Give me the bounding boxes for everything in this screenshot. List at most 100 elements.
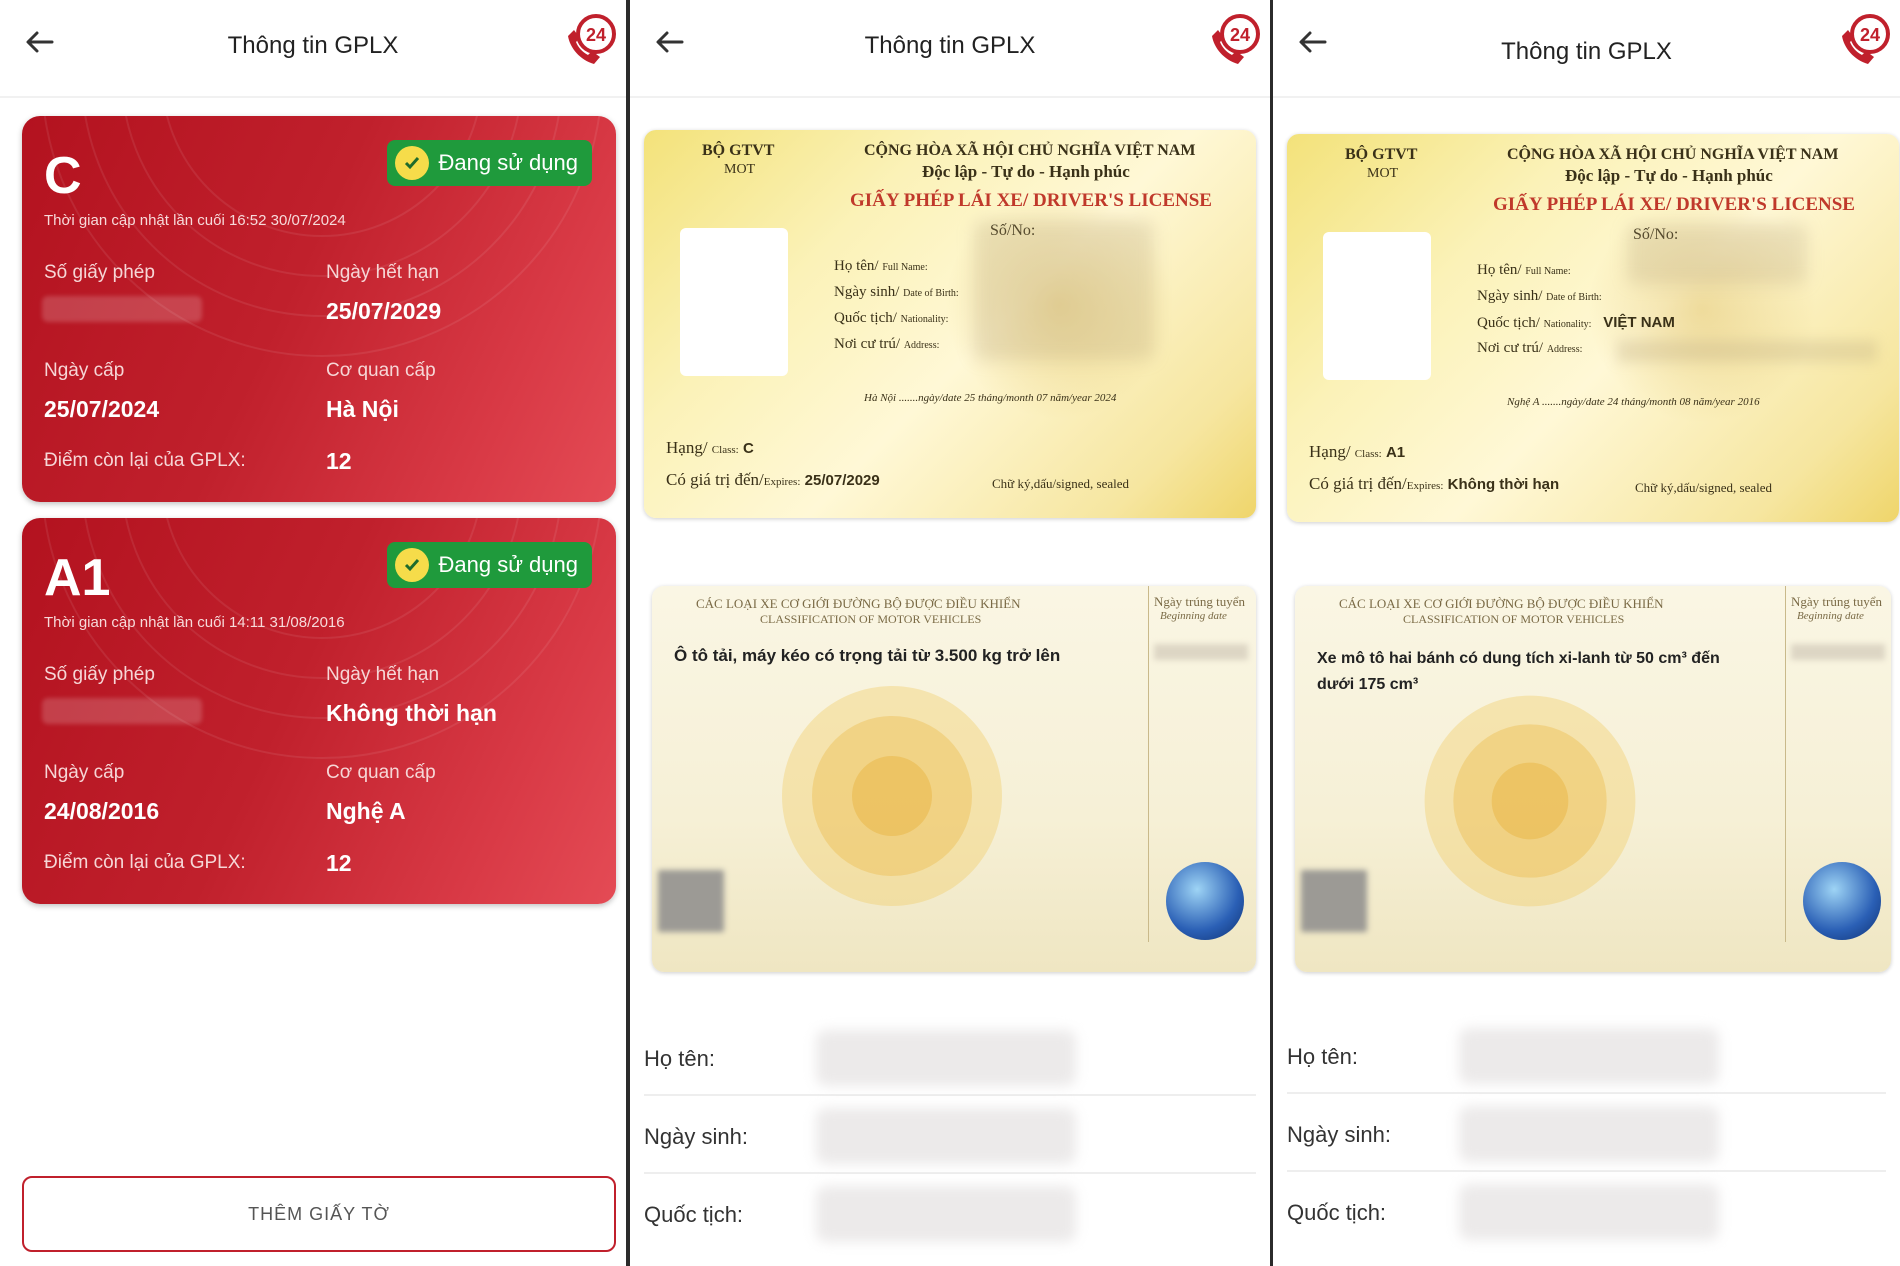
republic-label: CỘNG HÒA XÃ HỘI CHỦ NGHĨA VIỆT NAM bbox=[1507, 146, 1839, 163]
address-label: Nơi cư trú/ bbox=[1477, 340, 1544, 356]
license-no-label: Số giấy phép bbox=[44, 664, 155, 685]
dob-value-hidden bbox=[1459, 1106, 1719, 1162]
header: Thông tin GPLX 24 bbox=[630, 0, 1270, 98]
issue-line: Nghệ A .......ngày/date 24 tháng/month 0… bbox=[1507, 396, 1760, 408]
class-value: A1 bbox=[1385, 444, 1406, 461]
page-title: Thông tin GPLX bbox=[864, 32, 1036, 59]
license-detail-screen-c: Thông tin GPLX 24 BỘ GTVT MOT CỘNG HÒA X… bbox=[630, 0, 1270, 1266]
address-en-label: Address: bbox=[903, 340, 940, 351]
class-en-label: Class: bbox=[1354, 448, 1382, 460]
status-badge: Đang sử dụng bbox=[386, 542, 592, 588]
check-icon bbox=[394, 146, 429, 180]
nationality-value-hidden bbox=[816, 1186, 1076, 1242]
valid-en-label: Expires: bbox=[763, 476, 801, 488]
ministry-label: BỘ GTVT bbox=[1345, 146, 1418, 163]
license-list-screen: Thông tin GPLX 24 C Đang sử dụng Thời gi… bbox=[0, 0, 626, 1266]
divider bbox=[1148, 586, 1149, 942]
license-card-c[interactable]: C Đang sử dụng Thời gian cập nhật lần cu… bbox=[22, 116, 616, 502]
issue-line: Hà Nội .......ngày/date 25 tháng/month 0… bbox=[864, 392, 1117, 404]
beginning-label: Ngày trúng tuyển bbox=[1791, 594, 1882, 609]
info-row-nationality: Quốc tịch: bbox=[1287, 1172, 1886, 1248]
hologram-icon bbox=[1803, 862, 1881, 940]
personal-data-hidden bbox=[974, 220, 1154, 360]
dob-label: Ngày sinh: bbox=[644, 1124, 748, 1149]
beginning-label: Ngày trúng tuyển bbox=[1154, 594, 1245, 609]
add-document-button[interactable]: THÊM GIẤY TỜ bbox=[22, 1176, 616, 1252]
last-updated: Thời gian cập nhật lần cuối 14:11 31/08/… bbox=[44, 614, 345, 631]
license-title: GIẤY PHÉP LÁI XE/ DRIVER'S LICENSE bbox=[850, 190, 1212, 211]
license-front-image[interactable]: BỘ GTVT MOT CỘNG HÒA XÃ HỘI CHỦ NGHĨA VI… bbox=[644, 130, 1256, 518]
license-class: C bbox=[44, 147, 82, 205]
info-row-name: Họ tên: bbox=[644, 1018, 1256, 1096]
class-label: Hạng/ bbox=[666, 438, 708, 457]
issuer-label: Cơ quan cấp bbox=[326, 360, 436, 381]
issue-date-label: Ngày cấp bbox=[44, 762, 125, 783]
beginning-date-hidden bbox=[1154, 644, 1248, 660]
dob-en-label: Date of Birth: bbox=[1546, 292, 1602, 303]
back-title: CÁC LOẠI XE CƠ GIỚI ĐƯỜNG BỘ ĐƯỢC ĐIỀU K… bbox=[696, 596, 1021, 611]
rosette-watermark bbox=[782, 686, 1002, 906]
issuer-value: Hà Nội bbox=[326, 396, 399, 422]
class-label: Hạng/ bbox=[1309, 442, 1351, 461]
photo-placeholder bbox=[1323, 232, 1431, 380]
dob-label: Ngày sinh/ bbox=[1477, 288, 1543, 304]
dob-label: Ngày sinh: bbox=[1287, 1122, 1391, 1147]
motto-label: Độc lập - Tự do - Hạnh phúc bbox=[1565, 166, 1773, 185]
dob-label: Ngày sinh/ bbox=[834, 284, 900, 300]
expiry-value: 25/07/2029 bbox=[326, 298, 442, 324]
ministry-en-label: MOT bbox=[1367, 166, 1399, 181]
license-front-image[interactable]: BỘ GTVT MOT CỘNG HÒA XÃ HỘI CHỦ NGHĨA VI… bbox=[1287, 134, 1899, 522]
nationality-en-label: Nationality: bbox=[1543, 319, 1592, 330]
status-label: Đang sử dụng bbox=[438, 150, 579, 175]
address-en-label: Address: bbox=[1546, 344, 1583, 355]
hotline-24-icon[interactable]: 24 bbox=[562, 10, 620, 68]
back-title-en: CLASSIFICATION OF MOTOR VEHICLES bbox=[1403, 612, 1625, 626]
license-card-a1[interactable]: A1 Đang sử dụng Thời gian cập nhật lần c… bbox=[22, 518, 616, 904]
dob-value-hidden bbox=[816, 1108, 1076, 1164]
republic-label: CỘNG HÒA XÃ HỘI CHỦ NGHĨA VIỆT NAM bbox=[864, 142, 1196, 159]
beginning-date-hidden bbox=[1791, 644, 1885, 660]
info-row-dob: Ngày sinh: bbox=[644, 1096, 1256, 1174]
issuer-label: Cơ quan cấp bbox=[326, 762, 436, 783]
info-row-nationality: Quốc tịch: bbox=[644, 1174, 1256, 1250]
nationality-label: Quốc tịch: bbox=[1287, 1200, 1387, 1225]
valid-label: Có giá trị đến/ bbox=[1309, 474, 1407, 493]
qr-hidden bbox=[658, 870, 724, 932]
issue-date-value: 24/08/2016 bbox=[44, 798, 160, 824]
signed-label: Chữ ký,dấu/signed, sealed bbox=[992, 476, 1130, 491]
hotline-24-icon[interactable]: 24 bbox=[1836, 10, 1894, 68]
valid-en-label: Expires: bbox=[1406, 480, 1444, 492]
name-label: Họ tên: bbox=[1287, 1044, 1358, 1069]
license-title: GIẤY PHÉP LÁI XE/ DRIVER'S LICENSE bbox=[1493, 194, 1855, 215]
address-hidden bbox=[1617, 340, 1877, 362]
rosette-watermark bbox=[1424, 695, 1636, 907]
page-title: Thông tin GPLX bbox=[227, 32, 399, 59]
svg-text:24: 24 bbox=[586, 25, 606, 45]
beginning-en-label: Beginning date bbox=[1160, 610, 1227, 622]
name-label: Họ tên: bbox=[644, 1046, 715, 1071]
svg-text:24: 24 bbox=[1230, 25, 1250, 45]
nationality-label: Quốc tịch/ bbox=[1477, 315, 1540, 331]
last-updated: Thời gian cập nhật lần cuối 16:52 30/07/… bbox=[44, 212, 346, 229]
points-label: Điểm còn lại của GPLX: bbox=[44, 450, 246, 471]
nationality-en-label: Nationality: bbox=[900, 314, 949, 325]
info-row-dob: Ngày sinh: bbox=[1287, 1094, 1886, 1172]
nationality-value-hidden bbox=[1459, 1184, 1719, 1240]
fullname-en-label: Full Name: bbox=[882, 262, 928, 273]
ministry-label: BỘ GTVT bbox=[702, 142, 775, 159]
license-no-value-hidden bbox=[42, 296, 202, 322]
fullname-label: Họ tên/ bbox=[1477, 262, 1522, 278]
status-label: Đang sử dụng bbox=[438, 552, 579, 577]
fullname-label: Họ tên/ bbox=[834, 258, 879, 274]
beginning-en-label: Beginning date bbox=[1797, 610, 1864, 622]
expiry-value: Không thời hạn bbox=[326, 700, 497, 726]
hotline-24-icon[interactable]: 24 bbox=[1206, 10, 1264, 68]
license-detail-screen-a1: Thông tin GPLX 24 BỘ GTVT MOT CỘNG HÒA X… bbox=[1273, 0, 1900, 1266]
nationality-label: Quốc tịch/ bbox=[834, 310, 897, 326]
license-back-image[interactable]: CÁC LOẠI XE CƠ GIỚI ĐƯỜNG BỘ ĐƯỢC ĐIỀU K… bbox=[652, 586, 1256, 972]
license-back-image[interactable]: CÁC LOẠI XE CƠ GIỚI ĐƯỜNG BỘ ĐƯỢC ĐIỀU K… bbox=[1295, 586, 1891, 972]
vehicle-description: Ô tô tải, máy kéo có trọng tải từ 3.500 … bbox=[674, 646, 1061, 665]
back-title-en: CLASSIFICATION OF MOTOR VEHICLES bbox=[760, 612, 982, 626]
issue-date-label: Ngày cấp bbox=[44, 360, 125, 381]
fullname-en-label: Full Name: bbox=[1525, 266, 1571, 277]
